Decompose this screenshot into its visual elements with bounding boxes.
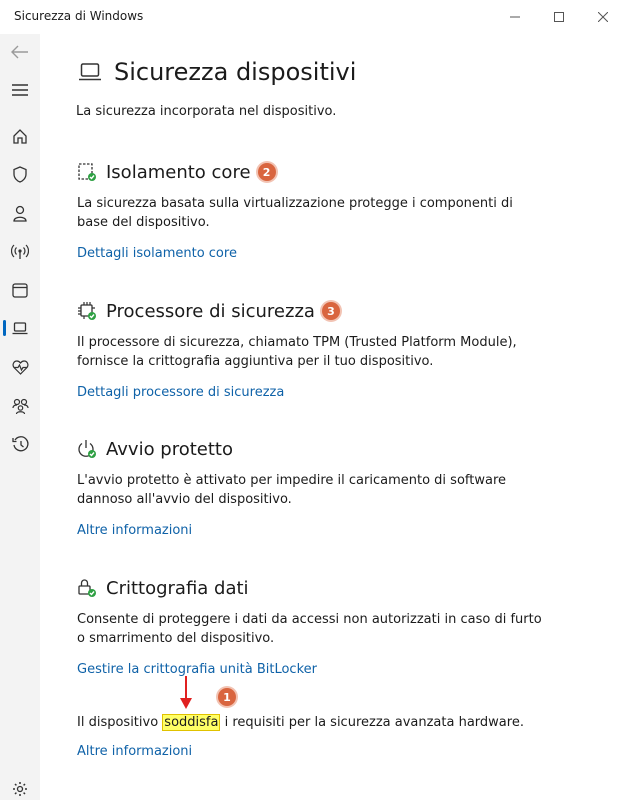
- callout-badge: 2: [257, 163, 276, 181]
- main-content: Sicurezza dispositivi La sicurezza incor…: [40, 34, 627, 800]
- section-description: La sicurezza basata sulla virtualizzazio…: [77, 196, 513, 230]
- wireless-icon: [11, 244, 29, 259]
- section-description: Consente di proteggere i dati da accessi…: [77, 612, 542, 646]
- sidebar-item-device-performance[interactable]: [4, 352, 36, 382]
- app-title: Sicurezza di Windows: [14, 9, 144, 23]
- back-arrow-icon: [11, 45, 28, 59]
- callout-badge: 1: [218, 688, 236, 706]
- section-title: Isolamento core: [106, 161, 251, 183]
- section-data-encryption: Crittografia dati Consente di proteggere…: [77, 576, 547, 678]
- title-bar: Sicurezza di Windows: [0, 0, 627, 34]
- person-icon: [13, 205, 27, 222]
- gear-icon: [13, 782, 27, 796]
- hamburger-icon: [12, 84, 28, 96]
- section-title: Crittografia dati: [106, 577, 249, 599]
- processor-check-icon: [77, 301, 97, 321]
- minimize-icon: [510, 16, 520, 18]
- close-icon: [598, 12, 608, 22]
- laptop-icon: [79, 63, 101, 81]
- power-check-icon: [77, 439, 97, 459]
- sidebar-item-firewall[interactable]: [4, 237, 36, 267]
- sidebar-item-home[interactable]: [4, 121, 36, 151]
- maximize-button[interactable]: [544, 6, 574, 28]
- close-button[interactable]: [588, 6, 618, 28]
- hardware-requirements-text: Il dispositivo soddisfa i requisiti per …: [77, 714, 524, 731]
- sidebar-item-device-security[interactable]: [4, 313, 36, 343]
- section-title: Processore di sicurezza: [106, 300, 315, 322]
- minimize-button[interactable]: [500, 6, 530, 28]
- section-security-processor: Processore di sicurezza 3 Il processore …: [77, 299, 547, 401]
- sidebar-item-app-browser[interactable]: [4, 275, 36, 305]
- section-description: L'avvio protetto è attivato per impedire…: [77, 473, 507, 507]
- security-processor-details-link[interactable]: Dettagli processore di sicurezza: [77, 385, 547, 400]
- sidebar-item-history[interactable]: [4, 429, 36, 459]
- secure-boot-info-link[interactable]: Altre informazioni: [77, 523, 547, 538]
- app-window-icon: [12, 282, 28, 298]
- page-title: Sicurezza dispositivi: [114, 58, 357, 86]
- section-title: Avvio protetto: [106, 438, 234, 460]
- sidebar-item-virus-protection[interactable]: [4, 159, 36, 189]
- sidebar-item-family[interactable]: [4, 391, 36, 421]
- shield-icon: [13, 165, 27, 183]
- sidebar: [0, 34, 40, 800]
- family-icon: [11, 398, 29, 414]
- section-description: Il processore di sicurezza, chiamato TPM…: [77, 335, 517, 369]
- core-isolation-details-link[interactable]: Dettagli isolamento core: [77, 246, 547, 261]
- hardware-info-link[interactable]: Altre informazioni: [77, 744, 192, 759]
- section-core-isolation: Isolamento core 2 La sicurezza basata su…: [77, 160, 547, 262]
- annotation-arrow-icon: [180, 676, 192, 709]
- maximize-icon: [554, 12, 564, 22]
- page-subtitle: La sicurezza incorporata nel dispositivo…: [76, 104, 337, 119]
- page-header: Sicurezza dispositivi: [78, 58, 356, 86]
- history-icon: [11, 435, 28, 451]
- menu-button[interactable]: [4, 75, 36, 105]
- callout-badge: 3: [321, 302, 340, 320]
- back-button[interactable]: [4, 37, 36, 67]
- core-isolation-check-icon: [77, 162, 97, 182]
- bitlocker-manage-link[interactable]: Gestire la crittografia unità BitLocker: [77, 662, 547, 677]
- highlighted-word: soddisfa: [162, 714, 221, 731]
- laptop-icon: [12, 321, 28, 334]
- section-secure-boot: Avvio protetto L'avvio protetto è attiva…: [77, 437, 547, 539]
- sidebar-item-account-protection[interactable]: [4, 198, 36, 228]
- heart-pulse-icon: [12, 359, 28, 375]
- home-icon: [13, 129, 27, 144]
- lock-check-icon: [77, 578, 97, 598]
